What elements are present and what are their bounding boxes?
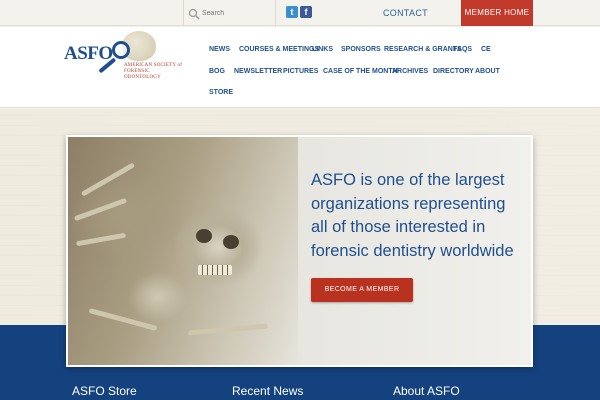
skull-eye-socket: [196, 229, 212, 243]
nav-item-links[interactable]: LINKS: [312, 46, 333, 53]
facebook-icon[interactable]: f: [300, 6, 312, 18]
skull-teeth: [198, 265, 232, 275]
logo-tagline: AMERICAN SOCIETY of FORENSIC ODONTOLOGY: [124, 63, 184, 81]
bone-shape: [73, 197, 128, 222]
bone-shape: [75, 232, 127, 247]
search-icon[interactable]: [188, 8, 200, 20]
member-home-button[interactable]: MEMBER HOME: [461, 0, 533, 26]
bone-shape: [88, 308, 158, 331]
magnifier-icon: [112, 41, 130, 59]
nav-item-newsletter[interactable]: NEWSLETTER: [234, 68, 282, 75]
nav-item-faqs[interactable]: FAQS: [453, 46, 472, 53]
nav-item-sponsors[interactable]: SPONSORS: [341, 46, 381, 53]
logo-wordmark: ASFO: [64, 43, 113, 64]
logo-tagline-line2: FORENSIC ODONTOLOGY: [124, 69, 161, 80]
nav-item-directory[interactable]: DIRECTORY: [433, 68, 474, 75]
contact-link[interactable]: CONTACT: [383, 8, 428, 18]
nav-item-pictures[interactable]: PICTURES: [283, 68, 318, 75]
become-member-button[interactable]: BECOME A MEMBER: [311, 278, 413, 302]
nav-item-bog[interactable]: BOG: [209, 68, 225, 75]
asfo-logo[interactable]: ASFO AMERICAN SOCIETY of FORENSIC ODONTO…: [62, 31, 184, 95]
nav-item-courses-meetings[interactable]: COURSES & MEETINGS: [239, 46, 319, 53]
footer-col-news-title[interactable]: Recent News: [232, 384, 303, 398]
nav-item-about[interactable]: ABOUT: [475, 68, 500, 75]
site-header: ASFO AMERICAN SOCIETY of FORENSIC ODONTO…: [0, 27, 600, 108]
nav-item-ce[interactable]: CE: [481, 46, 491, 53]
footer-col-about-title[interactable]: About ASFO: [393, 384, 460, 398]
skull-eye-socket: [223, 235, 239, 249]
hero-headline: ASFO is one of the largest organizations…: [311, 171, 514, 260]
nav-item-archives[interactable]: ARCHIVES: [392, 68, 428, 75]
twitter-icon[interactable]: t: [286, 6, 298, 18]
nav-item-store[interactable]: STORE: [209, 89, 233, 96]
bone-shape: [80, 162, 136, 197]
nav-item-news[interactable]: NEWS: [209, 46, 230, 53]
top-bar: t f CONTACT MEMBER HOME: [0, 0, 600, 26]
skull-photo: [68, 137, 298, 365]
nav-item-case-of-the-month[interactable]: CASE OF THE MONTH: [323, 68, 398, 75]
nav-item-research-grants[interactable]: RESEARCH & GRANTS: [384, 46, 462, 53]
bone-shape: [187, 323, 269, 336]
hero-banner: ASFO is one of the largest organizations…: [66, 135, 533, 367]
search-box[interactable]: [183, 0, 276, 26]
search-input[interactable]: [202, 6, 272, 20]
social-links: t f: [286, 6, 312, 18]
footer-col-store-title[interactable]: ASFO Store: [72, 384, 137, 398]
